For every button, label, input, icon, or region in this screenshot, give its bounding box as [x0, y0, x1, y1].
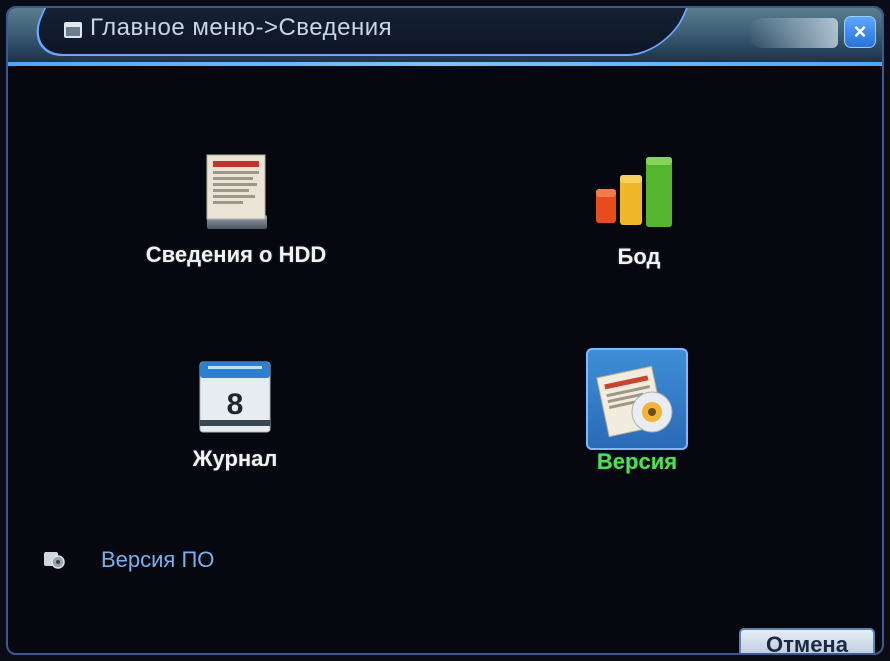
title-bar: Главное меню->Сведения × — [8, 8, 882, 66]
settings-icon — [44, 552, 65, 569]
menu-item-hdd[interactable]: Сведения о HDD — [106, 242, 366, 268]
menu-label-version: Версия — [596, 449, 678, 474]
window-title: Главное меню->Сведения — [90, 14, 393, 41]
calendar-icon[interactable]: 8 — [198, 356, 272, 436]
software-version-label: Версия ПО — [101, 547, 215, 572]
version-icon-tile[interactable] — [586, 348, 688, 450]
cancel-button[interactable]: Отмена — [739, 628, 875, 653]
calendar-day-text: 8 — [227, 388, 244, 421]
menu-label-journal: Журнал — [192, 446, 278, 471]
info-window: Главное меню->Сведения × Сведения о HDD — [6, 6, 884, 655]
window-icon — [64, 22, 82, 38]
menu-label-bod: Бод — [617, 244, 661, 269]
menu-item-journal[interactable]: Журнал — [105, 446, 365, 472]
document-disc-icon — [596, 365, 673, 438]
close-button[interactable]: × — [844, 16, 876, 48]
menu-item-bod[interactable]: Бод — [509, 244, 769, 270]
title-decoration — [748, 18, 838, 48]
menu-label-hdd: Сведения о HDD — [145, 242, 327, 267]
signal-bars-icon[interactable] — [594, 153, 680, 233]
menu-item-version[interactable]: Версия — [507, 449, 767, 475]
hdd-report-icon[interactable] — [203, 153, 271, 233]
